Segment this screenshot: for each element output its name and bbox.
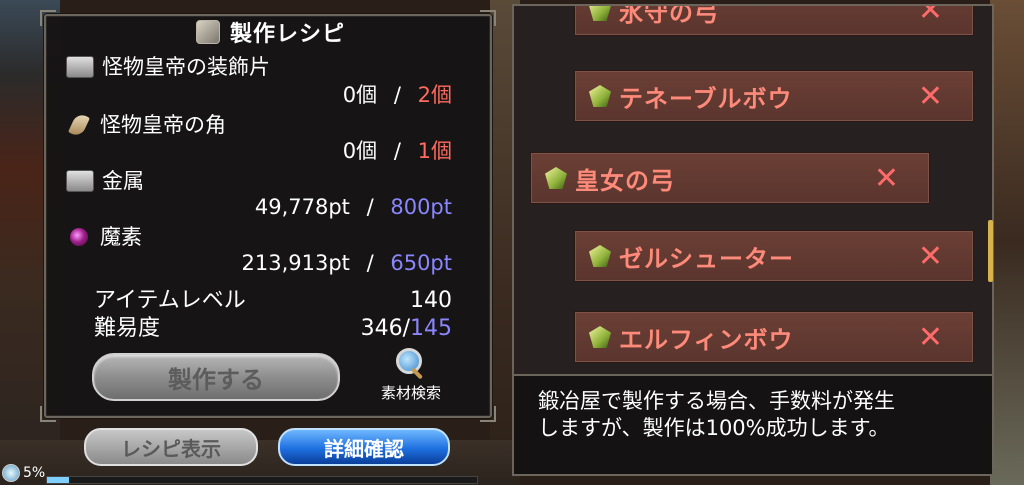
remove-icon[interactable]: ✕ xyxy=(874,153,899,203)
description-panel: 鍛冶屋で製作する場合、手数料が発生 しますが、製作は100%成功します。 xyxy=(512,374,994,476)
material-have: 0個 xyxy=(342,83,378,107)
quantity-separator: / xyxy=(393,139,401,163)
material-quantity: 213,913pt / 650pt xyxy=(241,250,452,276)
material-need: 650pt xyxy=(390,251,452,275)
panel-corner-ornament xyxy=(480,10,496,26)
material-quantity: 0個 / 2個 xyxy=(343,82,452,108)
recipe-list-item[interactable]: ゼルシューター ✕ xyxy=(574,230,974,282)
material-name-row: 魔素 xyxy=(66,224,142,250)
status-percent: 5% xyxy=(23,465,46,481)
recipe-item-name: テネーブルボウ xyxy=(619,84,793,113)
material-name-row: 怪物皇帝の装飾片 xyxy=(66,54,270,80)
material-name: 魔素 xyxy=(100,225,142,249)
difficulty-value: 346/145 xyxy=(361,316,452,342)
show-recipe-button[interactable]: レシピ表示 xyxy=(84,428,258,466)
recipe-list-item-selected[interactable]: 皇女の弓 ✕ xyxy=(530,152,930,204)
recipe-list-item[interactable]: エルフィンボウ ✕ xyxy=(574,311,974,363)
horn-icon xyxy=(68,112,90,138)
material-quantity: 49,778pt / 800pt xyxy=(255,194,452,220)
material-search-button[interactable]: 素材検索 xyxy=(371,348,451,408)
bow-icon xyxy=(589,326,611,348)
material-name-row: 金属 xyxy=(66,168,144,194)
recipe-title: 製作レシピ xyxy=(230,22,346,47)
recipe-item-name: 氷守の弓 xyxy=(619,4,719,27)
difficulty-label: 難易度 xyxy=(94,316,161,341)
panel-corner-ornament xyxy=(40,10,56,26)
status-progress-fill xyxy=(47,477,69,483)
material-name: 金属 xyxy=(102,169,144,193)
list-scrollbar[interactable] xyxy=(988,220,993,282)
recipe-item-name: エルフィンボウ xyxy=(619,325,794,354)
background-right xyxy=(990,0,1024,485)
panel-corner-ornament xyxy=(40,406,56,422)
quantity-separator: / xyxy=(366,195,374,219)
remove-icon[interactable]: ✕ xyxy=(918,231,943,281)
remove-icon[interactable]: ✕ xyxy=(918,6,943,35)
description-line: 鍛冶屋で製作する場合、手数料が発生 xyxy=(538,389,895,413)
recipe-item-name: 皇女の弓 xyxy=(575,166,675,195)
recipe-title-bar: 製作レシピ xyxy=(196,16,396,48)
material-need: 1個 xyxy=(417,139,452,163)
status-indicator: 5% xyxy=(2,464,45,482)
description-text: 鍛冶屋で製作する場合、手数料が発生 しますが、製作は100%成功します。 xyxy=(538,388,978,442)
recipe-list-item[interactable]: 氷守の弓 ✕ xyxy=(574,4,974,36)
recipe-item-name: ゼルシューター xyxy=(619,244,794,273)
craft-button[interactable]: 製作する xyxy=(92,353,340,401)
detail-check-button[interactable]: 詳細確認 xyxy=(278,428,450,466)
item-level-label: アイテムレベル xyxy=(94,288,246,313)
recipe-list-panel[interactable]: 氷守の弓 ✕ テネーブルボウ ✕ 皇女の弓 ✕ ゼルシューター ✕ エルフィンボ… xyxy=(512,4,994,376)
metal-box-icon xyxy=(66,56,94,78)
bow-icon xyxy=(589,85,611,107)
recipe-list-item[interactable]: テネーブルボウ ✕ xyxy=(574,70,974,122)
material-name: 怪物皇帝の角 xyxy=(100,113,226,137)
status-progress-bar xyxy=(46,476,478,484)
material-name: 怪物皇帝の装飾片 xyxy=(102,55,270,79)
description-line: しますが、製作は100%成功します。 xyxy=(538,416,890,440)
status-orb-icon xyxy=(2,464,20,482)
material-have: 213,913pt xyxy=(241,251,350,275)
material-search-label: 素材検索 xyxy=(380,384,441,402)
quantity-separator: / xyxy=(366,251,374,275)
material-have: 49,778pt xyxy=(254,195,350,219)
remove-icon[interactable]: ✕ xyxy=(918,71,943,121)
item-level-value: 140 xyxy=(410,288,452,313)
search-icon[interactable] xyxy=(396,348,426,380)
material-need: 2個 xyxy=(417,83,452,107)
recipe-book-icon xyxy=(196,20,220,44)
difficulty-current: 346/ xyxy=(360,316,410,341)
recipe-panel: 製作レシピ 怪物皇帝の装飾片 0個 / 2個 怪物皇帝の角 0個 / 1個 金属… xyxy=(40,10,496,422)
material-quantity: 0個 / 1個 xyxy=(343,138,452,164)
bow-icon xyxy=(589,245,611,267)
bow-icon xyxy=(589,6,611,21)
metal-box-icon xyxy=(66,170,94,192)
material-need: 800pt xyxy=(390,195,452,219)
material-name-row: 怪物皇帝の角 xyxy=(66,112,226,138)
bow-icon xyxy=(545,167,567,189)
difficulty-required: 145 xyxy=(410,316,452,341)
quantity-separator: / xyxy=(393,83,401,107)
material-have: 0個 xyxy=(342,139,378,163)
remove-icon[interactable]: ✕ xyxy=(918,312,943,362)
magic-orb-icon xyxy=(70,228,88,246)
panel-corner-ornament xyxy=(480,406,496,422)
